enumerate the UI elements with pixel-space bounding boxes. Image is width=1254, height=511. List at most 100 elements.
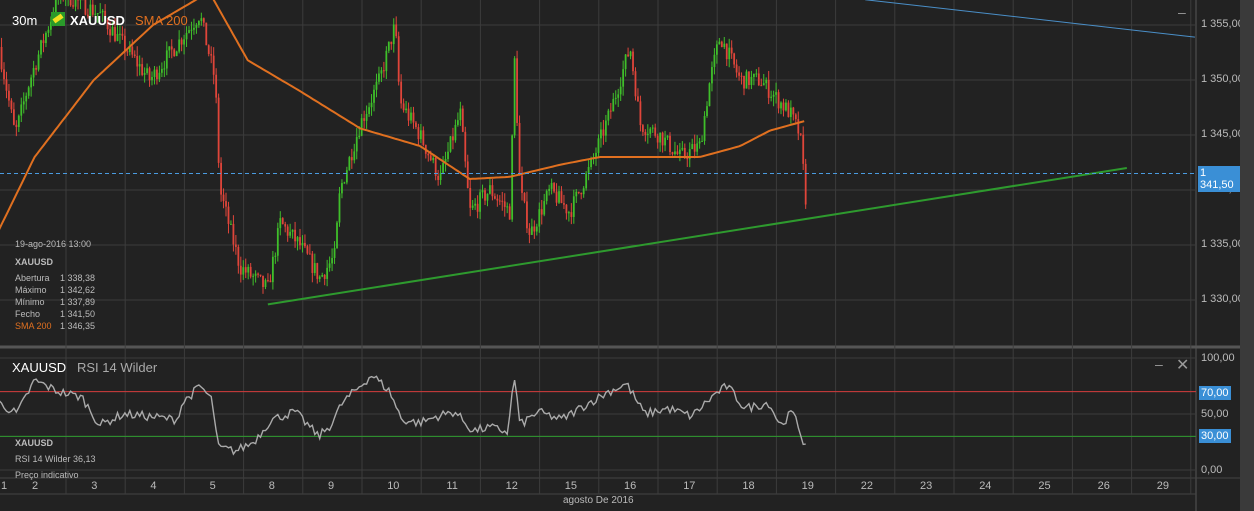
candle-body <box>382 70 385 72</box>
day-label: 2 <box>32 480 39 492</box>
candle-body <box>518 122 521 176</box>
candle-body <box>757 73 760 86</box>
candle-body <box>200 18 203 21</box>
price-axis-label: 1 350,00 <box>1201 73 1244 85</box>
close-rsi-button[interactable]: ✕ <box>1176 355 1189 375</box>
candle-body <box>550 183 553 189</box>
day-label: 8 <box>268 480 275 492</box>
candle-body <box>35 68 37 70</box>
candle-body <box>286 226 289 236</box>
candle-body <box>143 72 146 75</box>
candle-body <box>178 39 181 52</box>
candle-body <box>195 25 198 28</box>
candle-body <box>730 47 733 54</box>
candle-body <box>506 206 509 208</box>
info-low-value: 1 337,89 <box>60 297 96 307</box>
candle-body <box>706 106 708 116</box>
candle-body <box>308 253 311 255</box>
candle-body <box>237 246 240 266</box>
candle-body <box>632 51 634 72</box>
candle-body <box>284 224 287 227</box>
candle-body <box>170 46 173 50</box>
candle-body <box>15 124 18 127</box>
rsi-indicator-label[interactable]: RSI 14 Wilder <box>77 360 157 375</box>
candle-body <box>42 40 45 44</box>
candle-body <box>713 54 716 68</box>
candle-body <box>304 242 306 247</box>
candle-body <box>197 20 200 26</box>
candle-body <box>72 5 74 7</box>
day-label: 19 <box>801 480 814 492</box>
day-label: 5 <box>209 480 216 492</box>
candle-body <box>516 58 518 123</box>
candle-body <box>151 76 153 81</box>
candle-body <box>493 196 496 199</box>
candle-body <box>350 157 353 161</box>
candle-body <box>116 33 119 41</box>
candle-body <box>634 71 637 97</box>
candle-body <box>649 128 652 134</box>
minimize-main-button[interactable]: – <box>1178 4 1186 20</box>
candle-body <box>461 108 464 132</box>
candle-body <box>540 209 543 215</box>
candle-body <box>538 209 541 227</box>
candle-body <box>141 64 144 75</box>
candle-body <box>745 71 748 89</box>
rsi-axis-50: 50,00 <box>1201 408 1229 420</box>
candle-body <box>432 157 435 161</box>
candle-body <box>318 276 321 279</box>
day-label: 24 <box>979 480 992 492</box>
candle-body <box>74 0 77 7</box>
candle-body <box>111 27 114 36</box>
sma-label[interactable]: SMA 200 <box>135 13 188 28</box>
info-high-label: Máximo <box>15 285 47 295</box>
candle-body <box>22 101 25 105</box>
gold-bar-icon <box>51 12 65 26</box>
candle-body <box>37 54 40 70</box>
day-label: 15 <box>564 480 578 492</box>
candle-body <box>417 127 420 140</box>
candle-body <box>375 81 378 90</box>
candle-body <box>397 36 400 82</box>
candle-body <box>600 129 602 139</box>
candle-body <box>427 153 430 156</box>
candle-body <box>32 68 35 78</box>
candle-body <box>683 147 686 157</box>
timeframe-label[interactable]: 30m <box>12 13 37 28</box>
candle-body <box>797 119 800 134</box>
candle-body <box>533 226 536 232</box>
candle-body <box>654 127 657 136</box>
candle-body <box>459 108 462 121</box>
chart-canvas[interactable] <box>0 0 1240 511</box>
candle-body <box>336 222 338 249</box>
candle-body <box>804 163 807 205</box>
vertical-scrollbar[interactable] <box>1240 0 1254 511</box>
symbol-label[interactable]: XAUUSD <box>70 13 125 28</box>
candle-body <box>720 41 723 48</box>
candle-body <box>585 173 588 189</box>
candle-body <box>782 102 785 111</box>
candle-body <box>301 242 304 246</box>
candle-body <box>215 74 218 98</box>
rsi-info-note: Preço indicativo <box>15 470 79 480</box>
rsi-symbol-label[interactable]: XAUUSD <box>12 360 66 375</box>
candle-body <box>489 185 491 194</box>
candle-body <box>188 30 190 33</box>
candle-body <box>523 192 526 202</box>
candle-body <box>597 138 600 153</box>
candle-body <box>548 188 551 191</box>
candle-body <box>530 226 533 235</box>
candle-body <box>47 29 50 33</box>
rsi-info-value: RSI 14 Wilder 36,13 <box>15 454 96 464</box>
candle-body <box>207 45 210 55</box>
candle-body <box>355 137 358 152</box>
candle-body <box>691 144 694 150</box>
candle-body <box>602 129 605 136</box>
day-label: 18 <box>742 480 755 492</box>
candle-body <box>153 69 156 77</box>
candle-body <box>474 203 477 206</box>
candle-body <box>733 53 736 65</box>
minimize-rsi-button[interactable]: – <box>1155 356 1163 372</box>
candle-body <box>681 147 684 150</box>
day-label: 23 <box>920 480 933 492</box>
